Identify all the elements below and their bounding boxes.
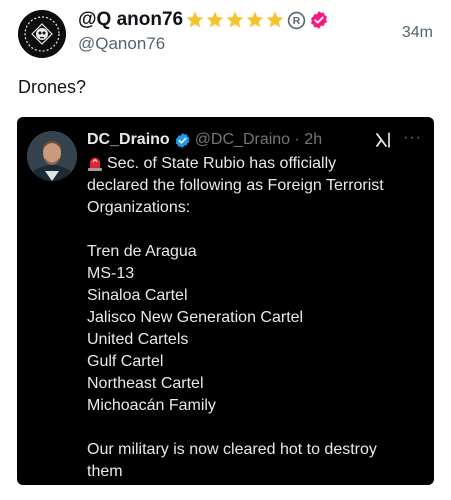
star-icon <box>266 11 284 28</box>
quoted-text-line: Jalisco New Generation Cartel <box>87 309 304 326</box>
quoted-text-line: Sec. of State Rubio has officially <box>87 153 427 175</box>
quoted-text-line: Tren de Aragua <box>87 243 197 260</box>
quoted-text-line: them <box>87 463 123 480</box>
star-icon <box>206 11 224 28</box>
author-handle[interactable]: @Qanon76 <box>78 34 165 54</box>
quoted-text-line: Michoacán Family <box>87 397 216 414</box>
verified-badge-icon <box>311 11 328 29</box>
star-icon <box>226 11 244 28</box>
more-options-icon: ··· <box>403 129 422 146</box>
quoted-header: DC_Draino @DC_Draino · 2h <box>87 129 322 151</box>
post: @Q anon76 R @Qanon76 34m Drones? DC_Drai… <box>0 0 451 500</box>
quoted-text-line: MS-13 <box>87 265 135 282</box>
quoted-handle-time: @DC_Draino · 2h <box>194 131 323 148</box>
person-photo-icon <box>27 131 77 181</box>
quoted-text: Sec. of State Rubio has officially decla… <box>87 153 427 483</box>
post-text: Drones? <box>18 77 87 97</box>
quoted-text-line: Our military is now cleared hot to destr… <box>87 441 377 458</box>
author-name-row: @Q anon76 R <box>78 7 329 33</box>
quoted-text-line: Organizations: <box>87 199 191 216</box>
quoted-text-line <box>87 417 427 439</box>
quoted-text-line: Sinaloa Cartel <box>87 287 188 304</box>
post-timestamp[interactable]: 34m <box>402 24 433 42</box>
quoted-post-image[interactable]: DC_Draino @DC_Draino · 2h ··· Sec. of St… <box>17 117 434 485</box>
quoted-text-line <box>87 219 427 241</box>
registered-mark-icon: R <box>287 11 306 29</box>
quoted-text-line: Gulf Cartel <box>87 353 164 370</box>
author-display-name[interactable]: @Q anon76 <box>78 9 183 31</box>
star-icon <box>246 11 264 28</box>
verified-badge-icon <box>175 132 189 148</box>
quoted-text-line: United Cartels <box>87 331 189 348</box>
author-avatar[interactable] <box>18 10 66 58</box>
quoted-text-line: declared the following as Foreign Terror… <box>87 177 384 194</box>
quoted-display-name: DC_Draino <box>87 131 170 148</box>
star-icon <box>186 11 204 28</box>
grok-icon <box>376 132 390 148</box>
svg-text:R: R <box>293 16 301 27</box>
quoted-author-avatar <box>27 131 77 181</box>
skull-logo-icon <box>18 10 66 58</box>
quoted-text-line: Northeast Cartel <box>87 375 204 392</box>
rotating-light-emoji <box>88 157 102 171</box>
